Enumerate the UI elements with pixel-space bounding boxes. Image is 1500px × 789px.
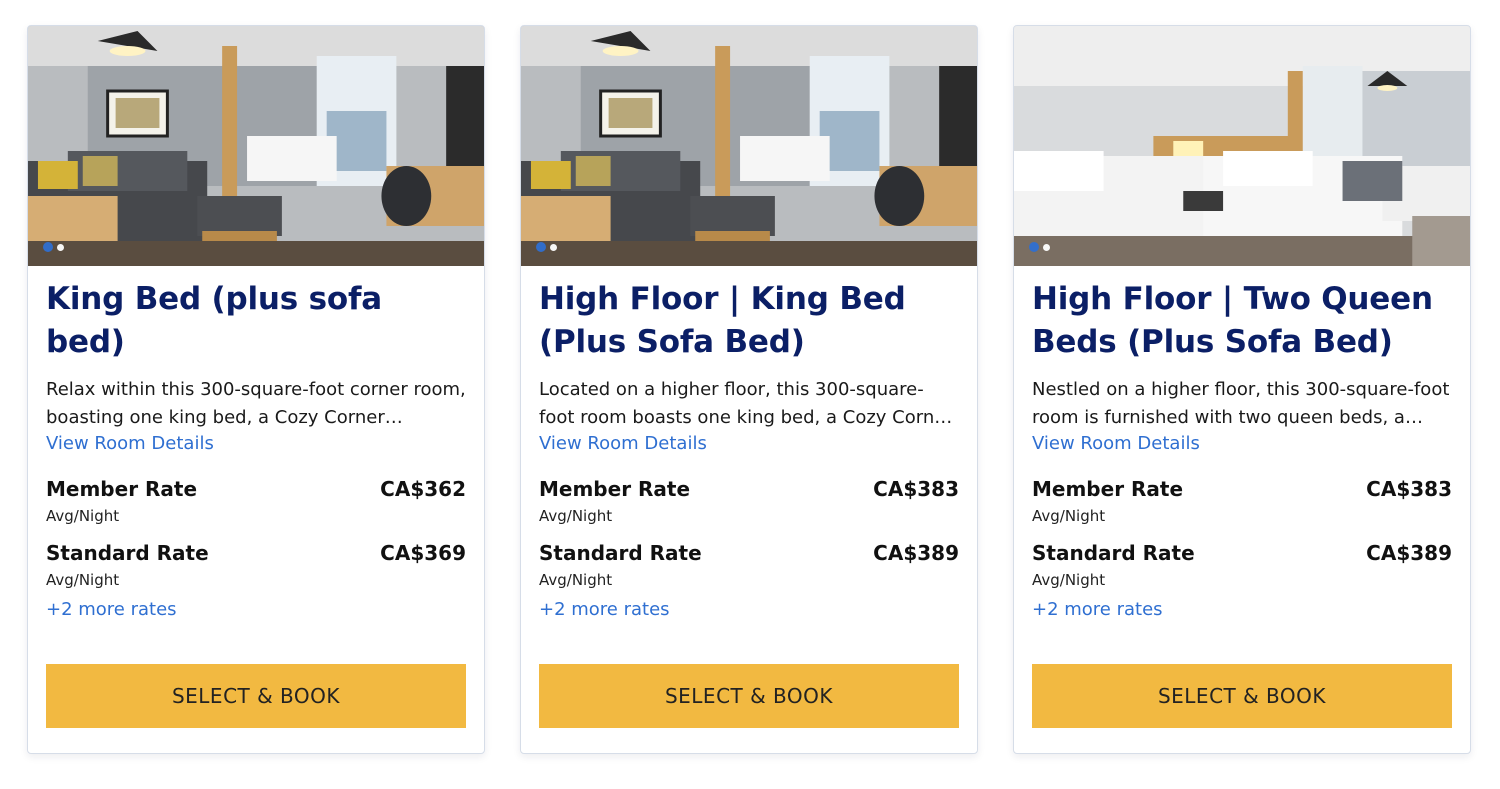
room-description: Located on a higher floor, this 300-squa… — [539, 379, 953, 428]
carousel-dot-active[interactable] — [1029, 242, 1039, 252]
carousel-dots[interactable] — [1029, 242, 1050, 252]
room-card: High Floor | Two Queen Beds (Plus Sofa B… — [1013, 25, 1471, 754]
room-description: Nestled on a higher floor, this 300-squa… — [1032, 379, 1450, 428]
room-photo — [1014, 26, 1470, 266]
room-photo-carousel[interactable] — [1014, 26, 1470, 266]
carousel-dot-active[interactable] — [43, 242, 53, 252]
rate-unit: Avg/Night — [1032, 571, 1106, 589]
rate-unit: Avg/Night — [539, 571, 613, 589]
room-card-list: King Bed (plus sofa bed) Relax within th… — [0, 0, 1500, 789]
rate-unit: Avg/Night — [539, 507, 613, 525]
room-photo-carousel[interactable] — [521, 26, 977, 266]
rate-name: Standard Rate — [1032, 541, 1195, 565]
select-and-book-button[interactable]: SELECT & BOOK — [539, 664, 959, 728]
select-and-book-button[interactable]: SELECT & BOOK — [46, 664, 466, 728]
standard-rate-row: Standard Rate CA$389 — [539, 540, 959, 566]
rate-list: Member Rate CA$383 Avg/Night Standard Ra… — [1032, 476, 1452, 622]
room-card: King Bed (plus sofa bed) Relax within th… — [27, 25, 485, 754]
rate-price: CA$362 — [380, 477, 466, 501]
more-rates-link[interactable]: +2 more rates — [539, 598, 959, 622]
rate-name: Standard Rate — [46, 541, 209, 565]
rate-name: Member Rate — [46, 477, 198, 501]
rate-price: CA$369 — [380, 541, 466, 565]
more-rates-link[interactable]: +2 more rates — [1032, 598, 1452, 622]
carousel-dot[interactable] — [550, 243, 557, 251]
member-rate-row: Member Rate CA$383 — [1032, 476, 1452, 502]
standard-rate-row: Standard Rate CA$389 — [1032, 540, 1452, 566]
room-title: King Bed (plus sofa bed) — [46, 281, 382, 360]
room-title: High Floor | King Bed (Plus Sofa Bed) — [539, 281, 906, 360]
view-room-details-link[interactable]: View Room Details — [539, 432, 959, 456]
room-photo-carousel[interactable] — [28, 26, 484, 266]
rate-unit: Avg/Night — [46, 507, 120, 525]
rate-name: Member Rate — [539, 477, 691, 501]
rate-name: Standard Rate — [539, 541, 702, 565]
rate-unit: Avg/Night — [1032, 507, 1106, 525]
carousel-dots[interactable] — [536, 242, 557, 252]
rate-price: CA$383 — [1366, 477, 1452, 501]
rate-name: Member Rate — [1032, 477, 1184, 501]
room-card: High Floor | King Bed (Plus Sofa Bed) Lo… — [520, 25, 978, 754]
room-title: High Floor | Two Queen Beds (Plus Sofa B… — [1032, 281, 1433, 360]
carousel-dot[interactable] — [1043, 243, 1050, 251]
room-description: Relax within this 300-square-foot corner… — [46, 379, 466, 428]
member-rate-row: Member Rate CA$383 — [539, 476, 959, 502]
view-room-details-link[interactable]: View Room Details — [46, 432, 466, 456]
rate-price: CA$383 — [873, 477, 959, 501]
room-photo — [521, 26, 977, 266]
carousel-dot-active[interactable] — [536, 242, 546, 252]
view-room-details-link[interactable]: View Room Details — [1032, 432, 1452, 456]
standard-rate-row: Standard Rate CA$369 — [46, 540, 466, 566]
room-photo — [28, 26, 484, 266]
rate-list: Member Rate CA$362 Avg/Night Standard Ra… — [46, 476, 466, 622]
carousel-dot[interactable] — [57, 243, 64, 251]
rate-unit: Avg/Night — [46, 571, 120, 589]
more-rates-link[interactable]: +2 more rates — [46, 598, 466, 622]
rate-price: CA$389 — [873, 541, 959, 565]
rate-list: Member Rate CA$383 Avg/Night Standard Ra… — [539, 476, 959, 622]
carousel-dots[interactable] — [43, 242, 64, 252]
rate-price: CA$389 — [1366, 541, 1452, 565]
member-rate-row: Member Rate CA$362 — [46, 476, 466, 502]
select-and-book-button[interactable]: SELECT & BOOK — [1032, 664, 1452, 728]
